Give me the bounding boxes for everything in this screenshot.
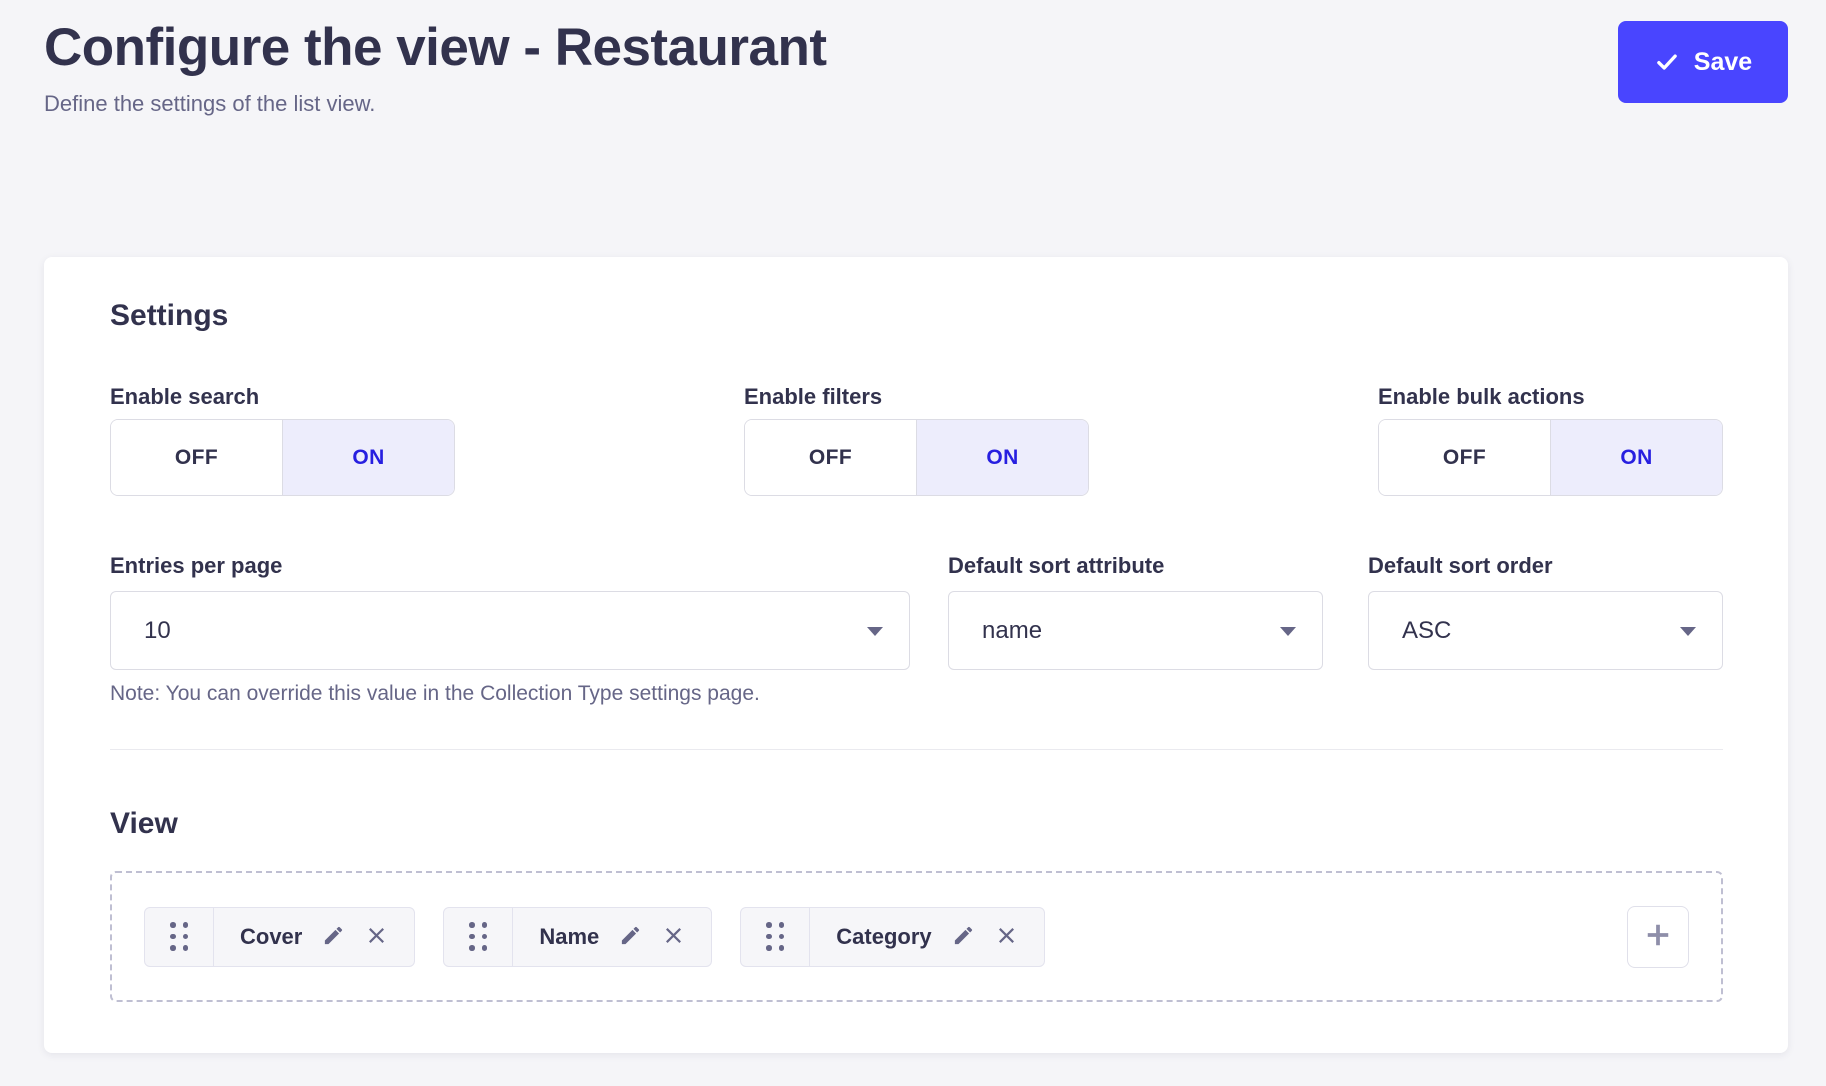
remove-field-button[interactable]	[365, 924, 388, 950]
close-icon	[662, 924, 685, 950]
enable-bulk-actions-on-option[interactable]: ON	[1550, 420, 1722, 495]
drag-dots-icon	[170, 922, 188, 951]
toggle-group-enable-bulk-actions: Enable bulk actions OFF ON	[1378, 385, 1723, 496]
chip-body: Cover	[214, 908, 414, 966]
configure-view-page: Configure the view - Restaurant Define t…	[0, 0, 1826, 1053]
close-icon	[995, 924, 1018, 950]
drag-handle[interactable]	[741, 908, 810, 966]
select-value: 10	[144, 617, 171, 645]
chevron-down-icon	[867, 627, 883, 636]
enable-search-toggle: OFF ON	[110, 419, 455, 496]
drag-handle[interactable]	[145, 908, 214, 966]
field-chip-name: Name	[443, 907, 712, 967]
select-label: Default sort attribute	[948, 554, 1323, 578]
close-icon	[365, 924, 388, 950]
page-title: Configure the view - Restaurant	[44, 18, 827, 78]
toggle-label: Enable bulk actions	[1378, 385, 1723, 409]
edit-field-button[interactable]	[952, 924, 975, 950]
field-chip-cover: Cover	[144, 907, 415, 967]
section-divider	[110, 749, 1723, 750]
default-sort-order-group: Default sort order ASC	[1368, 554, 1723, 707]
chevron-down-icon	[1280, 627, 1296, 636]
pencil-icon	[322, 924, 345, 950]
toggle-label: Enable search	[110, 385, 455, 409]
field-chip-label: Name	[539, 924, 599, 950]
enable-search-off-option[interactable]: OFF	[111, 420, 282, 495]
settings-card: Settings Enable search OFF ON Enable fil…	[44, 257, 1788, 1053]
add-field-button[interactable]	[1627, 906, 1689, 968]
edit-field-button[interactable]	[619, 924, 642, 950]
view-section-heading: View	[110, 807, 1723, 841]
toggle-group-enable-filters: Enable filters OFF ON	[744, 385, 1089, 496]
settings-section-heading: Settings	[110, 299, 1723, 333]
select-label: Entries per page	[110, 554, 910, 578]
toggles-row: Enable search OFF ON Enable filters OFF …	[110, 385, 1723, 496]
pencil-icon	[619, 924, 642, 950]
drag-dots-icon	[766, 922, 784, 951]
entries-per-page-select[interactable]: 10	[110, 591, 910, 670]
enable-bulk-actions-toggle: OFF ON	[1378, 419, 1723, 496]
field-chip-category: Category	[740, 907, 1044, 967]
enable-filters-off-option[interactable]: OFF	[745, 420, 916, 495]
edit-field-button[interactable]	[322, 924, 345, 950]
entries-per-page-note: Note: You can override this value in the…	[110, 681, 910, 707]
enable-filters-toggle: OFF ON	[744, 419, 1089, 496]
field-chip-label: Cover	[240, 924, 302, 950]
page-subtitle: Define the settings of the list view.	[44, 91, 827, 117]
enable-bulk-actions-off-option[interactable]: OFF	[1379, 420, 1550, 495]
save-button-label: Save	[1694, 48, 1752, 77]
entries-per-page-group: Entries per page 10 Note: You can overri…	[110, 554, 910, 707]
drag-dots-icon	[469, 922, 487, 951]
field-chip-label: Category	[836, 924, 931, 950]
default-sort-order-select[interactable]: ASC	[1368, 591, 1723, 670]
field-chip-list: Cover	[144, 907, 1045, 967]
enable-search-on-option[interactable]: ON	[282, 420, 454, 495]
enable-filters-on-option[interactable]: ON	[916, 420, 1088, 495]
select-value: ASC	[1402, 617, 1451, 645]
chip-body: Category	[810, 908, 1043, 966]
drag-handle[interactable]	[444, 908, 513, 966]
toggle-group-enable-search: Enable search OFF ON	[110, 385, 455, 496]
chevron-down-icon	[1680, 627, 1696, 636]
default-sort-attribute-group: Default sort attribute name	[948, 554, 1323, 707]
header-text-block: Configure the view - Restaurant Define t…	[44, 0, 827, 117]
save-button[interactable]: Save	[1618, 21, 1788, 103]
remove-field-button[interactable]	[995, 924, 1018, 950]
chip-body: Name	[513, 908, 711, 966]
select-label: Default sort order	[1368, 554, 1723, 578]
plus-icon	[1643, 920, 1673, 953]
page-header: Configure the view - Restaurant Define t…	[44, 0, 1788, 117]
select-value: name	[982, 617, 1042, 645]
check-icon	[1654, 49, 1680, 75]
view-fields-drop-zone: Cover	[110, 871, 1723, 1002]
toggle-label: Enable filters	[744, 385, 1089, 409]
default-sort-attribute-select[interactable]: name	[948, 591, 1323, 670]
remove-field-button[interactable]	[662, 924, 685, 950]
pencil-icon	[952, 924, 975, 950]
selects-row: Entries per page 10 Note: You can overri…	[110, 554, 1723, 707]
